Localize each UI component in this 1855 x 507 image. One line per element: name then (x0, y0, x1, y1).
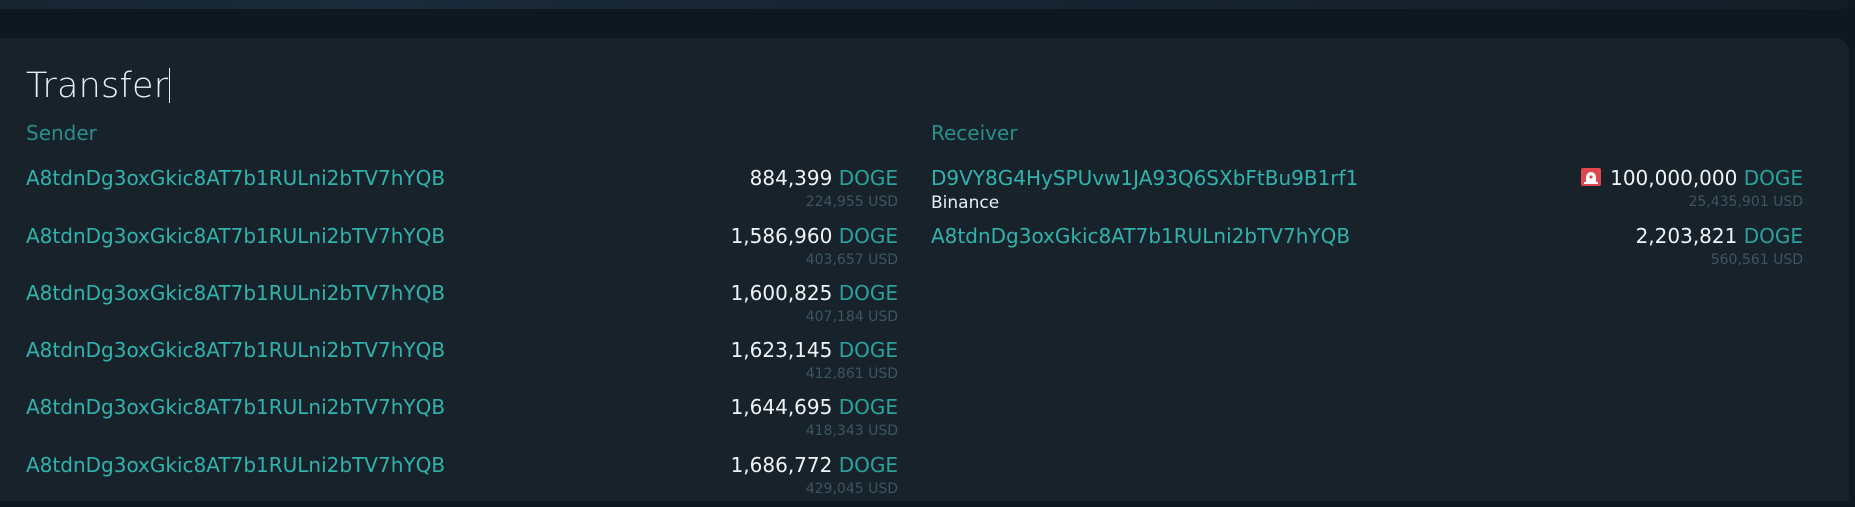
siren-icon (1581, 168, 1602, 186)
sender-row: A8tdnDg3oxGkic8AT7b1RULni2bTV7hYQB 1,686… (26, 453, 898, 507)
sender-address-link[interactable]: A8tdnDg3oxGkic8AT7b1RULni2bTV7hYQB (26, 395, 445, 419)
sender-usd-value: 418,343 USD (805, 423, 898, 439)
sender-row: A8tdnDg3oxGkic8AT7b1RULni2bTV7hYQB 1,623… (26, 338, 898, 392)
currency-label: DOGE (838, 453, 898, 477)
receiver-usd-value: 25,435,901 USD (1688, 194, 1803, 210)
receiver-amount: 2,203,821 DOGE (1636, 224, 1803, 248)
receiver-usd-value: 560,561 USD (1710, 252, 1803, 268)
sender-address-link[interactable]: A8tdnDg3oxGkic8AT7b1RULni2bTV7hYQB (26, 166, 445, 190)
page-title: Transfer (26, 66, 171, 106)
sender-amount: 884,399 DOGE (750, 166, 898, 190)
sender-row: A8tdnDg3oxGkic8AT7b1RULni2bTV7hYQB 1,586… (26, 224, 898, 278)
currency-label: DOGE (1743, 166, 1803, 190)
receiver-address-link[interactable]: A8tdnDg3oxGkic8AT7b1RULni2bTV7hYQB (931, 224, 1350, 248)
currency-label: DOGE (838, 395, 898, 419)
currency-label: DOGE (838, 166, 898, 190)
amount-value: 1,644,695 (730, 395, 833, 419)
sender-usd-value: 412,861 USD (805, 366, 898, 382)
amount-value: 1,623,145 (730, 338, 833, 362)
sender-address-link[interactable]: A8tdnDg3oxGkic8AT7b1RULni2bTV7hYQB (26, 224, 445, 248)
amount-value: 1,600,825 (730, 281, 833, 305)
receiver-address-link[interactable]: D9VY8G4HySPUvw1JA93Q6SXbFtBu9B1rf1 (931, 166, 1358, 190)
receiver-row: D9VY8G4HySPUvw1JA93Q6SXbFtBu9B1rf1 Binan… (931, 166, 1803, 220)
sender-amount: 1,686,772 DOGE (731, 453, 898, 477)
sender-usd-value: 224,955 USD (805, 194, 898, 210)
top-bar (0, 0, 1849, 9)
amount-value: 1,686,772 (730, 453, 833, 477)
page-title-text: Transfer (26, 66, 169, 106)
sender-row: A8tdnDg3oxGkic8AT7b1RULni2bTV7hYQB 1,600… (26, 281, 898, 335)
sender-usd-value: 429,045 USD (805, 481, 898, 497)
amount-value: 100,000,000 (1610, 166, 1738, 190)
sender-amount: 1,644,695 DOGE (731, 395, 898, 419)
text-cursor (169, 68, 171, 103)
amount-value: 2,203,821 (1635, 224, 1738, 248)
currency-label: DOGE (838, 224, 898, 248)
sender-address-link[interactable]: A8tdnDg3oxGkic8AT7b1RULni2bTV7hYQB (26, 338, 445, 362)
sender-amount: 1,600,825 DOGE (731, 281, 898, 305)
sender-usd-value: 403,657 USD (805, 252, 898, 268)
transfer-panel: Transfer Sender Receiver A8tdnDg3oxGkic8… (0, 38, 1849, 501)
currency-label: DOGE (838, 281, 898, 305)
sender-row: A8tdnDg3oxGkic8AT7b1RULni2bTV7hYQB 1,644… (26, 395, 898, 449)
receiver-exchange-label: Binance (931, 193, 1000, 213)
currency-label: DOGE (1743, 224, 1803, 248)
receiver-row: A8tdnDg3oxGkic8AT7b1RULni2bTV7hYQB 2,203… (931, 224, 1803, 278)
sender-usd-value: 407,184 USD (805, 309, 898, 325)
sender-address-link[interactable]: A8tdnDg3oxGkic8AT7b1RULni2bTV7hYQB (26, 453, 445, 477)
receiver-heading: Receiver (931, 121, 1018, 145)
sender-amount: 1,623,145 DOGE (731, 338, 898, 362)
sender-amount: 1,586,960 DOGE (731, 224, 898, 248)
sender-row: A8tdnDg3oxGkic8AT7b1RULni2bTV7hYQB 884,3… (26, 166, 898, 220)
sender-address-link[interactable]: A8tdnDg3oxGkic8AT7b1RULni2bTV7hYQB (26, 281, 445, 305)
amount-value: 884,399 (749, 166, 833, 190)
sender-heading: Sender (26, 121, 97, 145)
receiver-amount: 100,000,000 DOGE (1580, 166, 1803, 190)
amount-value: 1,586,960 (730, 224, 833, 248)
currency-label: DOGE (838, 338, 898, 362)
